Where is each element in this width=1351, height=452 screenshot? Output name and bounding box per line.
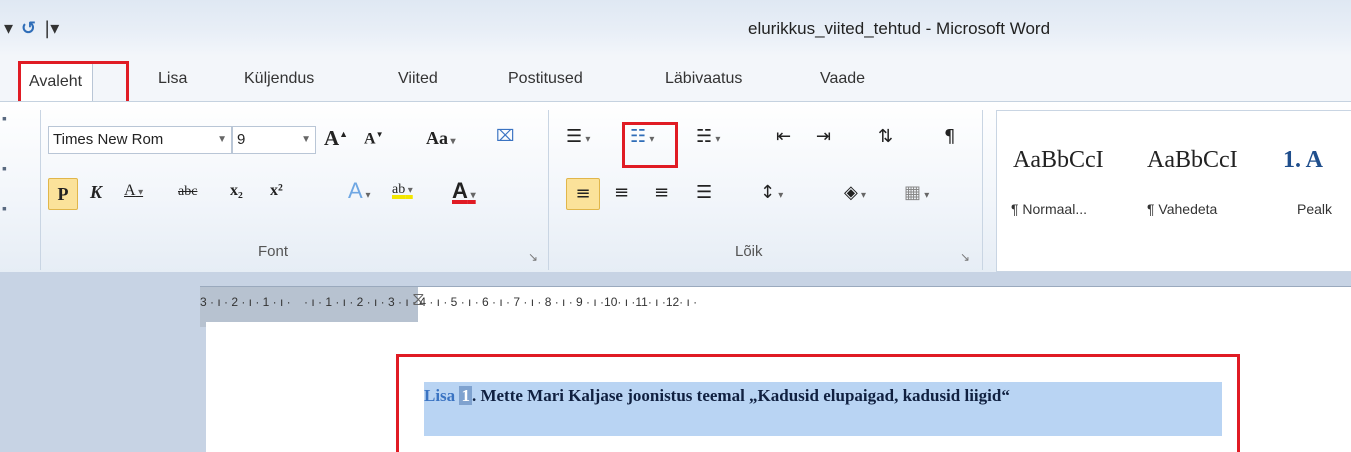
grow-font-button[interactable]: A▲ <box>324 126 348 151</box>
multilevel-list-button[interactable]: ☵ ▾ <box>696 126 720 147</box>
undo-icon[interactable]: ↺ <box>21 18 36 39</box>
ribbon: ▪ ▪ ▪ Times New Rom ▼ 9 ▼ A▲ A▼ Aa ▾ ⌧ P… <box>0 101 1351 274</box>
font-name-value: Times New Rom <box>53 131 164 148</box>
paragraph-group-label: Lõik <box>735 243 763 260</box>
bullets-button[interactable]: ☰ ▾ <box>566 126 590 147</box>
font-name-combo[interactable]: Times New Rom ▼ <box>48 126 232 154</box>
format-painter-icon[interactable]: ▪ <box>2 202 7 218</box>
tab-viited[interactable]: Viited <box>398 70 438 88</box>
clear-formatting-icon[interactable]: ⌧ <box>496 126 514 146</box>
chevron-down-icon[interactable]: ▼ <box>217 127 227 153</box>
strikethrough-button[interactable]: abc <box>178 184 197 200</box>
align-right-icon[interactable]: ≡ <box>654 182 669 203</box>
ribbon-tabs: Avaleht Lisa Küljendus Viited Postitused… <box>0 56 1351 102</box>
tab-labivaatus[interactable]: Läbivaatus <box>665 70 742 88</box>
decrease-indent-icon[interactable]: ⇤ <box>776 126 791 147</box>
font-size-combo[interactable]: 9 ▼ <box>232 126 316 154</box>
bold-button[interactable]: P <box>48 178 78 210</box>
change-case-button[interactable]: Aa ▾ <box>426 128 456 149</box>
annotation-box-numbering <box>622 122 678 168</box>
style-normal-name[interactable]: ¶ Normaal... <box>1011 201 1087 217</box>
superscript-button[interactable]: x² <box>270 182 283 200</box>
style-vahedeta-sample[interactable]: AaBbCcI <box>1147 147 1238 174</box>
paragraph-dialog-launcher-icon[interactable]: ↘ <box>960 250 970 265</box>
quick-access-toolbar: ▾ ↺ |▾ <box>4 18 59 39</box>
paste-icon[interactable]: ▪ <box>2 112 7 128</box>
separator <box>982 110 983 270</box>
shading-button[interactable]: ◈ ▾ <box>844 182 866 203</box>
copy-icon[interactable]: ▪ <box>2 162 7 178</box>
justify-icon[interactable]: ☰ <box>696 182 712 203</box>
style-vahedeta-name[interactable]: ¶ Vahedeta <box>1147 201 1217 217</box>
qat-more-icon[interactable]: |▾ <box>44 18 59 39</box>
tab-lisa[interactable]: Lisa <box>158 70 187 88</box>
tab-vaade[interactable]: Vaade <box>820 70 865 88</box>
indent-marker-icon[interactable]: ⧖ <box>412 289 425 310</box>
increase-indent-icon[interactable]: ⇥ <box>816 126 831 147</box>
underline-button[interactable]: A ▾ <box>124 182 143 200</box>
italic-button[interactable]: K <box>90 182 102 203</box>
line-spacing-button[interactable]: ↕ ▾ <box>760 182 783 203</box>
styles-gallery: AaBbCcI ¶ Normaal... AaBbCcI ¶ Vahedeta … <box>996 110 1351 272</box>
font-group-label: Font <box>258 243 289 260</box>
style-normal-sample[interactable]: AaBbCcI <box>1013 147 1104 174</box>
show-marks-button[interactable]: ¶ <box>944 126 955 147</box>
tab-kuljendus[interactable]: Küljendus <box>244 70 314 88</box>
annotation-box-heading <box>396 354 1240 452</box>
style-heading-sample[interactable]: 1. A <box>1283 147 1323 174</box>
font-dialog-launcher-icon[interactable]: ↘ <box>528 250 538 265</box>
font-color-button[interactable]: A ▾ <box>452 178 476 204</box>
font-size-value: 9 <box>237 131 246 148</box>
text-effects-button[interactable]: A ▾ <box>348 178 371 204</box>
separator <box>548 110 549 270</box>
sort-icon[interactable]: ⇅ <box>878 126 893 147</box>
separator <box>40 110 41 270</box>
window-title: elurikkus_viited_tehtud - Microsoft Word <box>748 19 1051 38</box>
subscript-button[interactable]: x₂ <box>230 182 243 200</box>
annotation-box-tab <box>18 61 129 105</box>
shrink-font-button[interactable]: A▼ <box>364 130 383 148</box>
align-center-icon[interactable]: ≡ <box>614 182 629 203</box>
ruler-numbers: 3 · ı · 2 · ı · 1 · ı · · ı · 1 · ı · 2 … <box>200 295 698 309</box>
chevron-down-icon[interactable]: ▼ <box>301 127 311 153</box>
tab-postitused[interactable]: Postitused <box>508 70 583 88</box>
align-left-button[interactable]: ≡ <box>566 178 600 210</box>
borders-button[interactable]: ▦ ▾ <box>904 182 929 203</box>
customize-qat-icon[interactable]: ▾ <box>4 18 13 39</box>
horizontal-ruler[interactable]: 3 · ı · 2 · ı · 1 · ı · · ı · 1 · ı · 2 … <box>200 286 1351 327</box>
style-heading-name[interactable]: Pealk <box>1297 201 1332 217</box>
title-bar: ▾ ↺ |▾ elurikkus_viited_tehtud - Microso… <box>0 0 1351 56</box>
highlight-button[interactable]: ab ▾ <box>392 182 413 198</box>
